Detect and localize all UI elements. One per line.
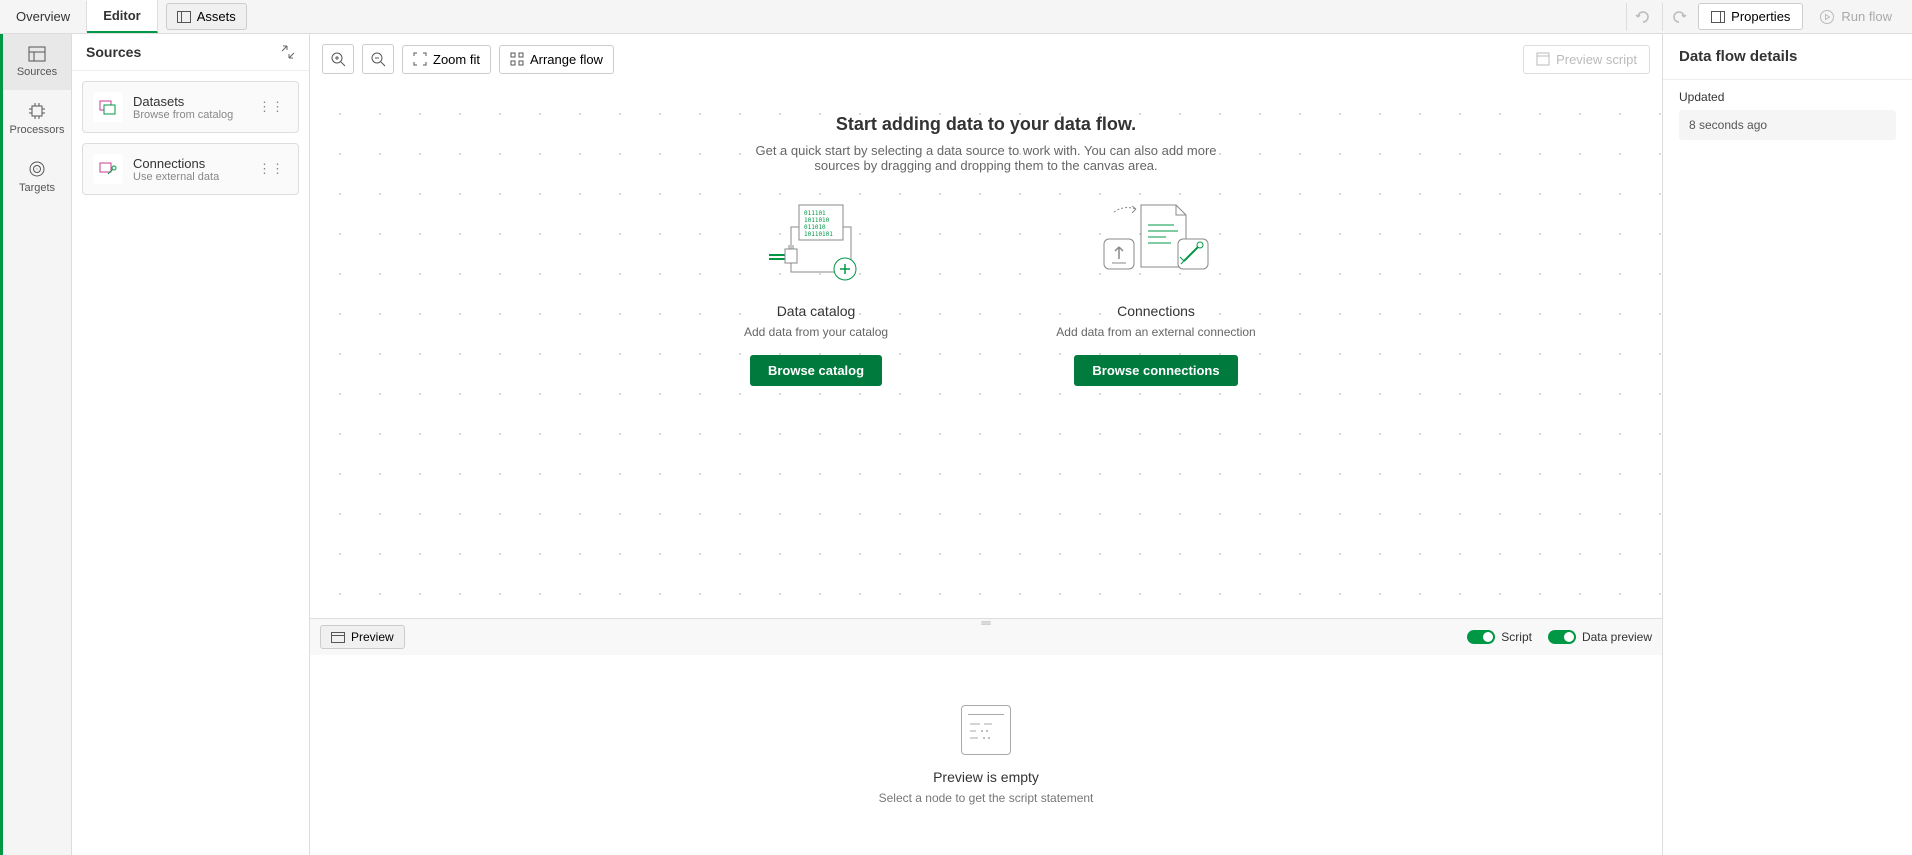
preview-icon — [331, 632, 345, 643]
preview-bar: ═ Preview Script Data preview — [310, 618, 1662, 655]
sources-panel-title: Sources — [86, 44, 141, 60]
undo-button[interactable] — [1626, 3, 1658, 31]
source-card-connections[interactable]: Connections Use external data ⋮⋮ — [82, 143, 299, 195]
datasets-icon — [93, 92, 123, 122]
svg-text:011010: 011010 — [804, 224, 826, 231]
option-desc: Add data from an external connection — [1056, 325, 1255, 339]
empty-title: Start adding data to your data flow. — [636, 114, 1336, 135]
assets-button[interactable]: Assets — [166, 3, 247, 30]
sources-panel: Sources Datasets Browse from catalog ⋮⋮ … — [72, 34, 310, 855]
processor-icon — [28, 102, 46, 120]
browse-connections-button[interactable]: Browse connections — [1074, 355, 1237, 386]
browse-catalog-button[interactable]: Browse catalog — [750, 355, 882, 386]
drag-handle-icon[interactable]: ⋮⋮ — [254, 161, 288, 177]
rail-targets[interactable]: Targets — [3, 148, 71, 206]
toggle-script[interactable] — [1467, 630, 1495, 644]
zoom-out-button[interactable] — [362, 44, 394, 74]
tab-editor[interactable]: Editor — [87, 0, 158, 33]
play-icon — [1819, 9, 1835, 25]
source-card-datasets[interactable]: Datasets Browse from catalog ⋮⋮ — [82, 81, 299, 133]
toggle-label: Script — [1501, 630, 1532, 644]
source-sub: Browse from catalog — [133, 109, 254, 121]
canvas[interactable]: Start adding data to your data flow. Get… — [310, 84, 1662, 618]
collapse-icon[interactable] — [281, 45, 295, 59]
svg-text:1011010: 1011010 — [804, 217, 830, 224]
properties-button[interactable]: Properties — [1698, 3, 1803, 30]
top-bar: Overview Editor Assets Properties Run fl… — [0, 0, 1912, 34]
zoom-fit-button[interactable]: Zoom fit — [402, 45, 491, 74]
target-icon — [28, 160, 46, 178]
arrange-icon — [510, 52, 524, 66]
fit-icon — [413, 52, 427, 66]
database-icon — [28, 46, 46, 62]
svg-text:011101: 011101 — [804, 210, 826, 217]
preview-pane: Preview is empty Select a node to get th… — [310, 655, 1662, 855]
panel-icon — [1711, 11, 1725, 23]
catalog-illustration: 011101 1011010 011010 10110101 — [756, 197, 876, 287]
left-rail: Sources Processors Targets — [0, 34, 72, 855]
connections-illustration — [1096, 197, 1216, 287]
option-desc: Add data from your catalog — [744, 325, 888, 339]
preview-empty-desc: Select a node to get the script statemen… — [879, 791, 1094, 805]
zoom-in-button[interactable] — [322, 44, 354, 74]
empty-state: Start adding data to your data flow. Get… — [636, 114, 1336, 386]
toggle-data-preview[interactable] — [1548, 630, 1576, 644]
arrange-flow-button[interactable]: Arrange flow — [499, 45, 614, 74]
empty-desc: Get a quick start by selecting a data so… — [746, 143, 1226, 173]
script-icon — [1536, 52, 1550, 66]
option-data-catalog: 011101 1011010 011010 10110101 — [706, 197, 926, 386]
preview-script-button: Preview script — [1523, 45, 1650, 74]
run-flow-button: Run flow — [1807, 4, 1904, 30]
source-title: Connections — [133, 156, 254, 171]
canvas-toolbar: Zoom fit Arrange flow Preview script — [310, 34, 1662, 84]
connections-icon — [93, 154, 123, 184]
panel-icon — [177, 11, 191, 23]
resize-handle[interactable]: ═ — [981, 615, 990, 630]
option-connections: Connections Add data from an external co… — [1046, 197, 1266, 386]
updated-value: 8 seconds ago — [1679, 110, 1896, 140]
drag-handle-icon[interactable]: ⋮⋮ — [254, 99, 288, 115]
rail-sources[interactable]: Sources — [3, 34, 71, 90]
toggle-label: Data preview — [1582, 630, 1652, 644]
tab-overview[interactable]: Overview — [0, 1, 87, 32]
source-sub: Use external data — [133, 171, 254, 183]
redo-button[interactable] — [1662, 3, 1694, 31]
option-title: Data catalog — [777, 303, 856, 319]
option-title: Connections — [1117, 303, 1195, 319]
svg-text:10110101: 10110101 — [804, 231, 833, 238]
preview-button[interactable]: Preview — [320, 625, 405, 649]
rail-processors[interactable]: Processors — [3, 90, 71, 148]
preview-empty-title: Preview is empty — [933, 769, 1039, 785]
empty-preview-icon — [961, 705, 1011, 755]
details-panel: Data flow details Updated 8 seconds ago — [1662, 34, 1912, 855]
updated-label: Updated — [1679, 90, 1896, 104]
details-title: Data flow details — [1663, 34, 1912, 80]
source-title: Datasets — [133, 94, 254, 109]
